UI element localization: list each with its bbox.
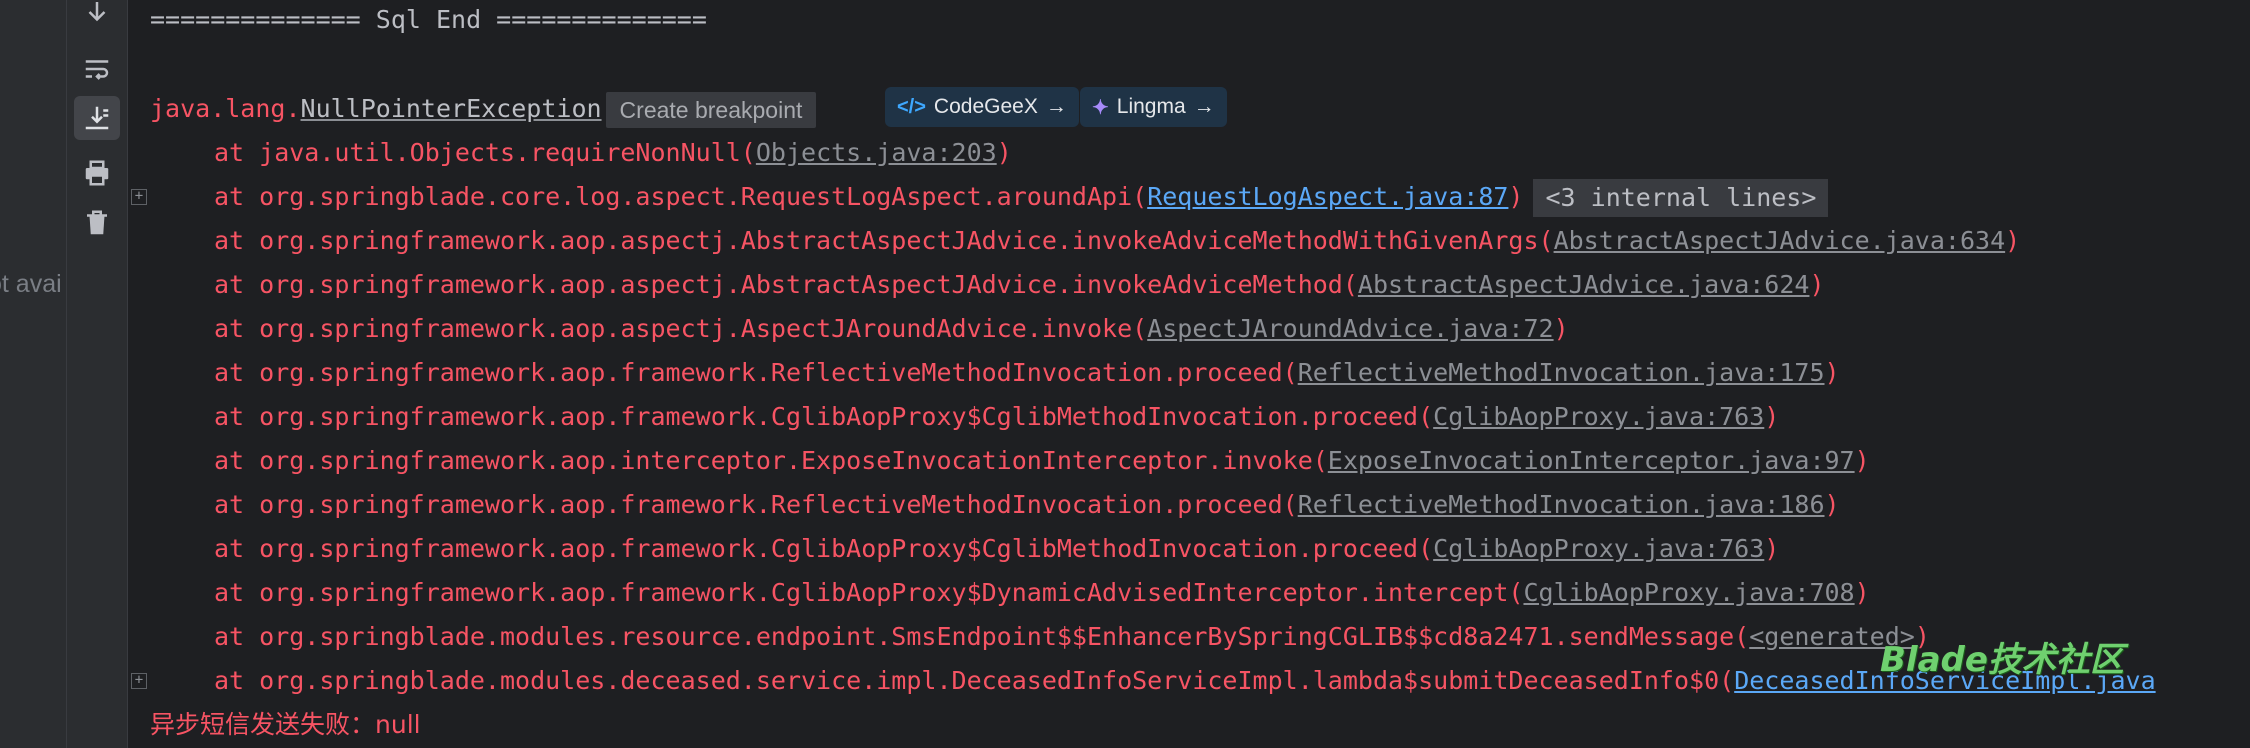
frame-text: at org.springblade.modules.resource.endp… — [214, 622, 1750, 651]
stack-frame: at org.springframework.aop.framework.Cgl… — [214, 395, 1779, 439]
frame-text: at java.util.Objects.requireNonNull( — [214, 138, 756, 167]
source-link[interactable]: ReflectiveMethodInvocation.java:175 — [1298, 358, 1825, 387]
arrow-right-icon: → — [1045, 95, 1067, 118]
stack-frame: at org.springframework.aop.aspectj.Abstr… — [214, 219, 2020, 263]
stack-frame: at org.springframework.aop.interceptor.E… — [214, 439, 1870, 483]
frame-text: at org.springframework.aop.framework.Ref… — [214, 490, 1298, 519]
stack-frame: at org.springframework.aop.aspectj.Aspec… — [214, 307, 1569, 351]
source-link[interactable]: CglibAopProxy.java:708 — [1523, 578, 1854, 607]
frame-text: at org.springframework.aop.framework.Cgl… — [214, 534, 1434, 563]
frame-text: at org.springframework.aop.framework.Cgl… — [214, 578, 1524, 607]
frame-text: at org.springframework.aop.aspectj.Abstr… — [214, 226, 1554, 255]
console-toolbar — [67, 0, 128, 748]
frame-text: at org.springframework.aop.interceptor.E… — [214, 446, 1328, 475]
source-link[interactable]: AspectJAroundAdvice.java:72 — [1147, 314, 1553, 343]
stack-frame: at org.springframework.aop.framework.Cgl… — [214, 571, 1870, 615]
frame-close: ) — [1824, 490, 1840, 519]
exception-class-link[interactable]: NullPointerException — [301, 94, 602, 123]
frame-text: at org.springframework.aop.framework.Cgl… — [214, 402, 1434, 431]
frame-close: ) — [2005, 226, 2021, 255]
sql-end-separator: ============== Sql End ============== — [150, 5, 707, 34]
watermark-logo: Blade技术社区 — [1880, 640, 2124, 680]
frame-close: ) — [1508, 182, 1524, 211]
stack-frame: at org.springframework.aop.framework.Ref… — [214, 483, 1840, 527]
frame-close: ) — [1764, 534, 1780, 563]
lingma-label: Lingma — [1116, 95, 1186, 118]
create-breakpoint-button[interactable]: Create breakpoint — [605, 92, 817, 128]
frame-text: at org.springblade.modules.deceased.serv… — [214, 666, 1735, 695]
frame-close: ) — [1809, 270, 1825, 299]
frame-text: at org.springframework.aop.aspectj.Abstr… — [214, 270, 1358, 299]
scroll-to-end-icon[interactable] — [74, 96, 120, 140]
arrow-down-icon[interactable] — [74, 0, 120, 34]
frame-close: ) — [1553, 314, 1569, 343]
stack-frame: at org.springframework.aop.aspectj.Abstr… — [214, 263, 1825, 307]
frame-close: ) — [1824, 358, 1840, 387]
frame-close: ) — [996, 138, 1012, 167]
stack-frame: at org.springblade.modules.deceased.serv… — [214, 659, 2156, 703]
soft-wrap-icon[interactable] — [74, 47, 120, 91]
lingma-icon: ✦ — [1092, 96, 1109, 119]
source-link[interactable]: AbstractAspectJAdvice.java:624 — [1358, 270, 1810, 299]
frame-close: ) — [1854, 578, 1870, 607]
exception-line: java.lang.NullPointerException Create bre… — [150, 87, 817, 131]
arrow-right-icon: → — [1193, 95, 1215, 118]
error-message: 异步短信发送失败：null — [150, 710, 421, 739]
source-link[interactable]: Objects.java:203 — [756, 138, 997, 167]
clipped-panel-text: ot avai — [0, 270, 62, 298]
frame-close: ) — [1764, 402, 1780, 431]
stack-frame: at java.util.Objects.requireNonNull(Obje… — [214, 131, 1012, 175]
frame-text: at org.springframework.aop.framework.Ref… — [214, 358, 1298, 387]
stack-frame: at org.springframework.aop.framework.Ref… — [214, 351, 1840, 395]
source-link[interactable]: ExposeInvocationInterceptor.java:97 — [1328, 446, 1855, 475]
trash-icon[interactable] — [74, 201, 120, 245]
source-link[interactable]: CglibAopProxy.java:763 — [1433, 534, 1764, 563]
source-link[interactable]: ReflectiveMethodInvocation.java:186 — [1298, 490, 1825, 519]
stack-frame: at org.springblade.core.log.aspect.Reque… — [214, 175, 1829, 219]
source-link[interactable]: CglibAopProxy.java:763 — [1433, 402, 1764, 431]
frame-text: at org.springframework.aop.aspectj.Aspec… — [214, 314, 1148, 343]
codegeex-label: CodeGeeX — [933, 95, 1038, 118]
source-link[interactable]: RequestLogAspect.java:87 — [1147, 182, 1508, 211]
internal-lines-fold[interactable]: <3 internal lines> — [1533, 179, 1829, 217]
frame-text: at org.springblade.core.log.aspect.Reque… — [214, 182, 1148, 211]
left-panel-edge: ot avai — [0, 0, 67, 748]
stack-frame: at org.springblade.modules.resource.endp… — [214, 615, 1930, 659]
print-icon[interactable] — [74, 151, 120, 195]
source-link[interactable]: AbstractAspectJAdvice.java:634 — [1554, 226, 2006, 255]
frame-close: ) — [1854, 446, 1870, 475]
lingma-button[interactable]: ✦ Lingma → — [1080, 87, 1227, 127]
codegeex-button[interactable]: </> CodeGeeX → — [885, 87, 1079, 127]
codegeex-icon: </> — [897, 95, 926, 118]
expand-fold-icon[interactable]: + — [131, 673, 147, 689]
stack-frame: at org.springframework.aop.framework.Cgl… — [214, 527, 1779, 571]
exception-prefix: java.lang. — [150, 94, 301, 123]
expand-fold-icon[interactable]: + — [131, 189, 147, 205]
